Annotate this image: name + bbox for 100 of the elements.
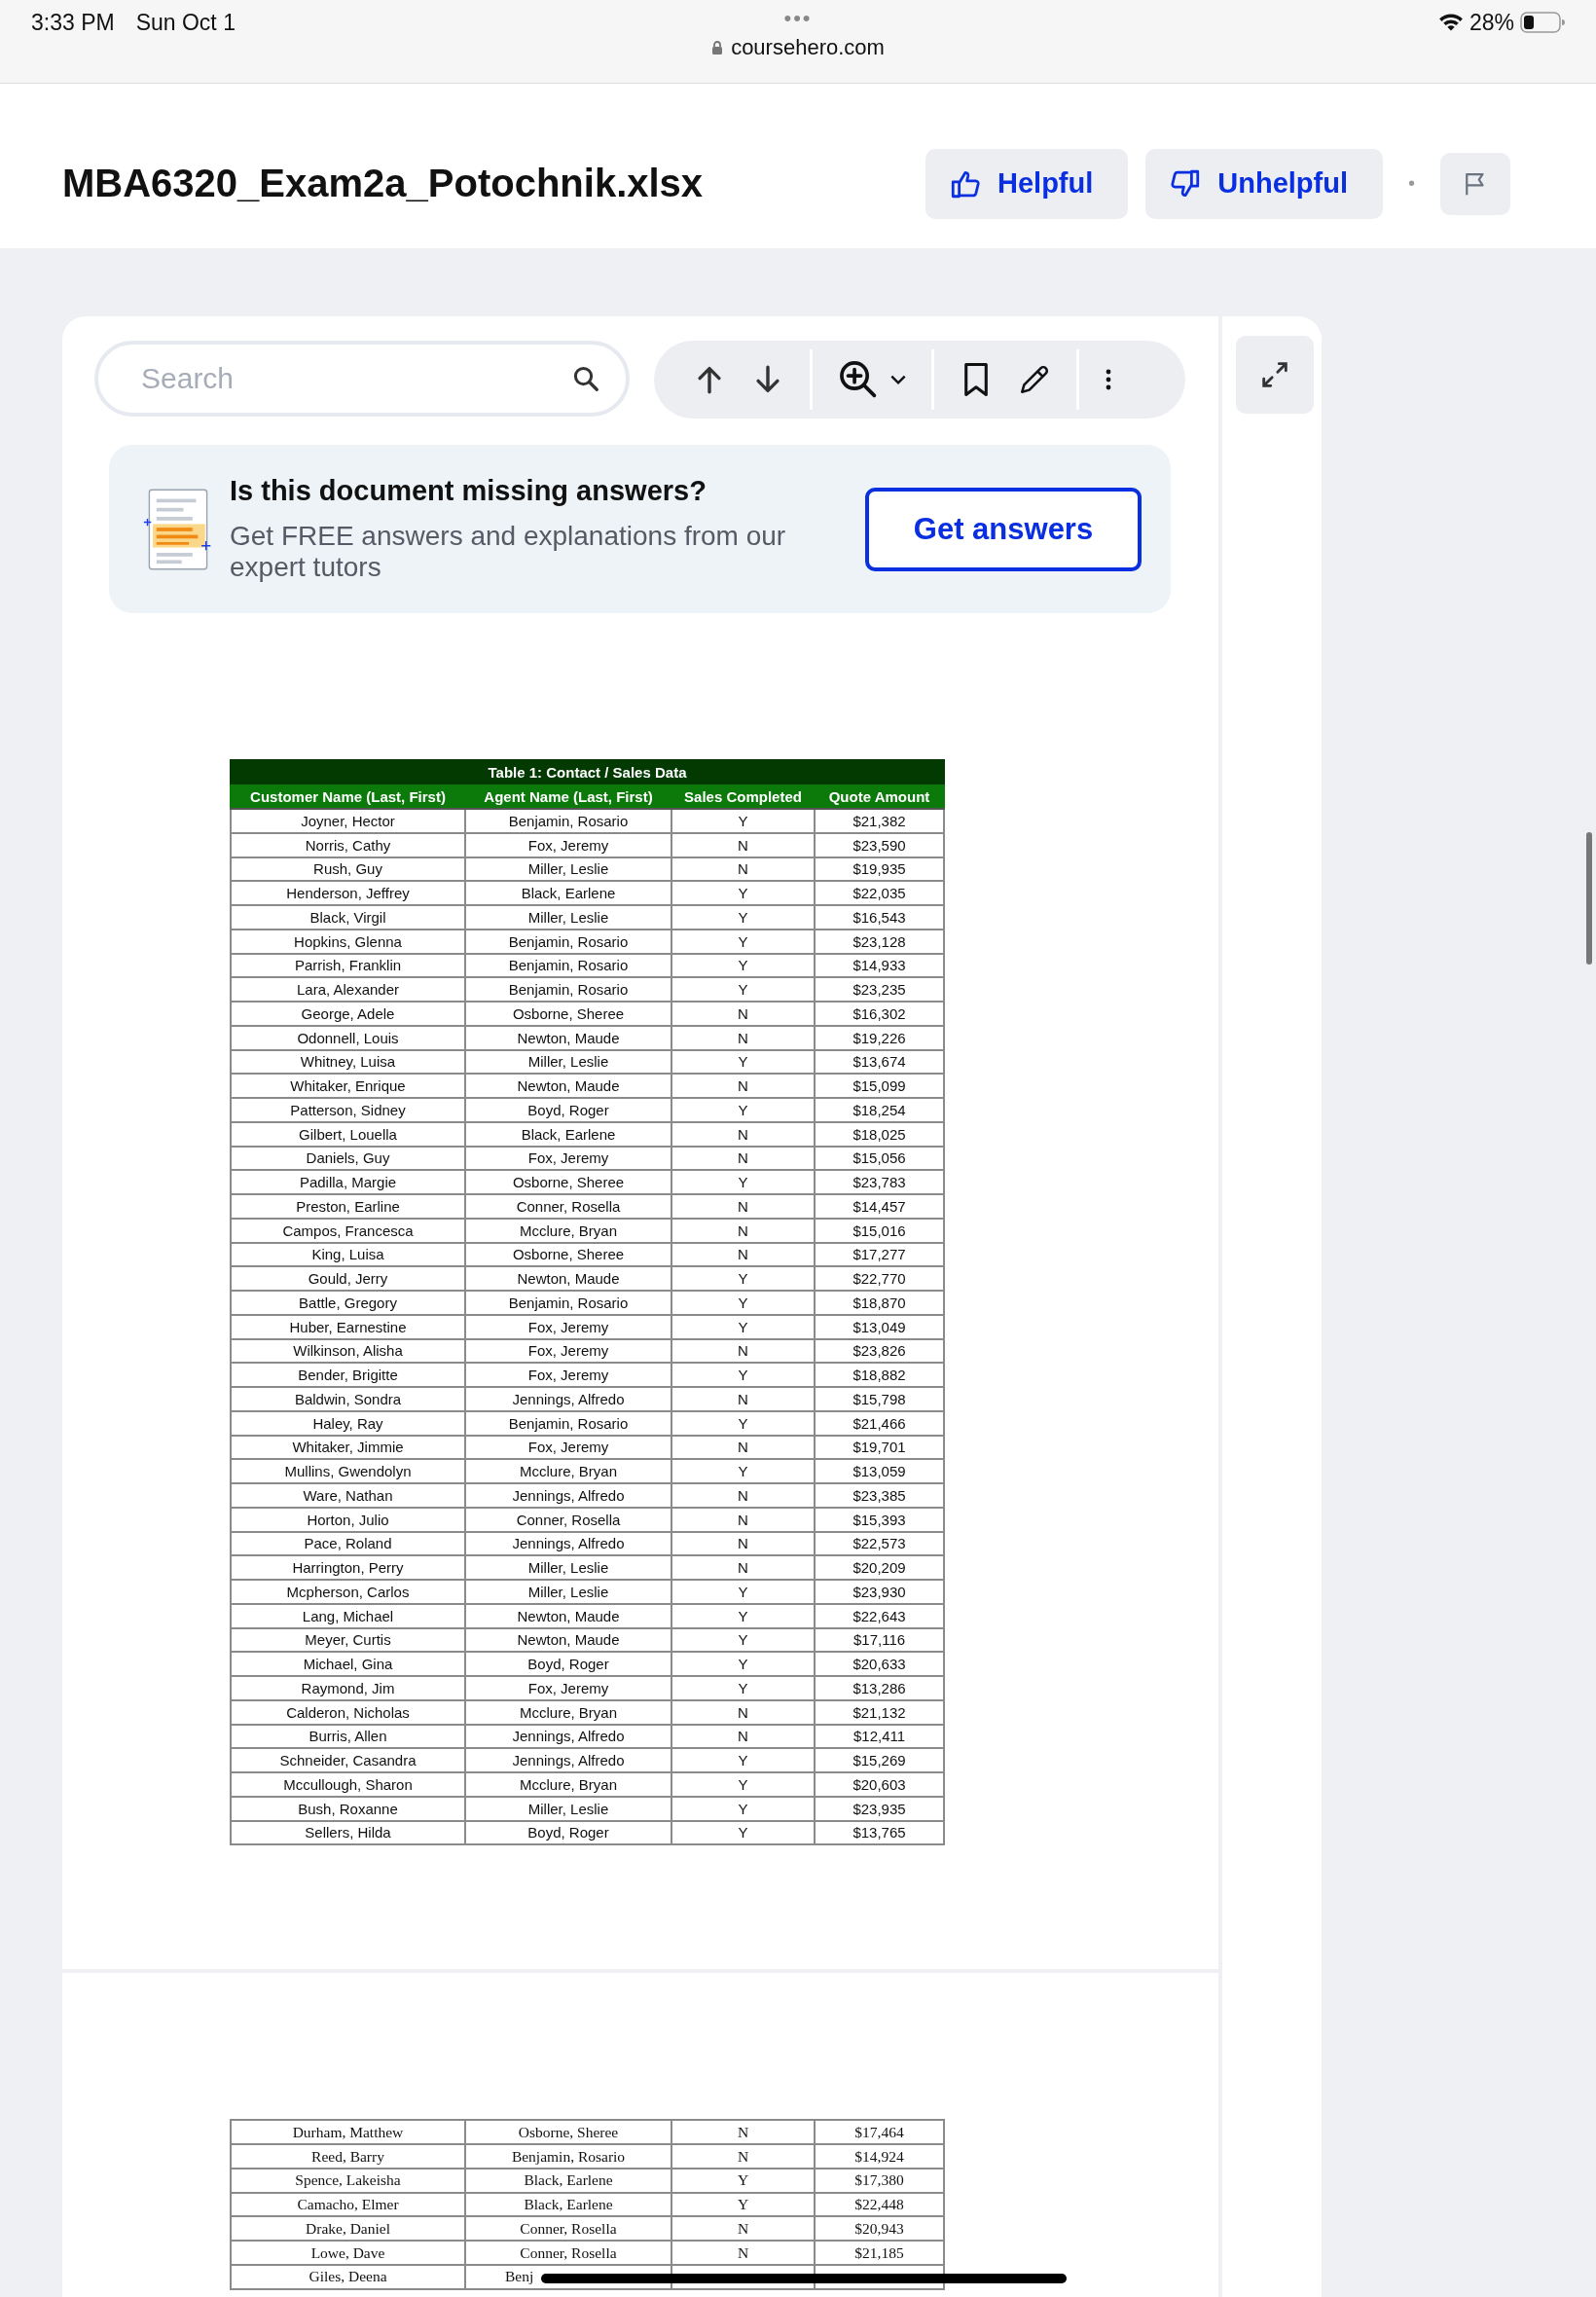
table-cell: Padilla, Margie <box>299 1174 397 1191</box>
table-cell: $13,674 <box>852 1053 906 1071</box>
document-title: MBA6320_Exam2a_Potochnik.xlsx <box>62 162 704 205</box>
table-cell: Boyd, Roger <box>527 1101 609 1118</box>
scrollbar[interactable] <box>1586 832 1592 965</box>
column-header: Customer Name (Last, First) <box>231 784 465 809</box>
table-cell: Fox, Jeremy <box>527 1149 609 1167</box>
table-cell: $22,448 <box>854 2196 904 2213</box>
table-cell: Haley, Ray <box>312 1414 383 1432</box>
table-cell: Osborne, Sheree <box>512 1174 625 1191</box>
table-cell: Baldwin, Sondra <box>294 1390 402 1407</box>
table-cell: Jennings, Alfredo <box>512 1728 625 1745</box>
table-cell: N <box>738 836 748 854</box>
table-cell: Mcclure, Bryan <box>520 1463 617 1480</box>
table-cell: Horton, Julio <box>307 1511 389 1528</box>
table-cell: $17,464 <box>854 2123 904 2140</box>
table-cell: Mcpherson, Carlos <box>286 1583 410 1600</box>
table-cell: N <box>738 1703 748 1721</box>
table-cell: N <box>738 1029 748 1046</box>
table-cell: Raymond, Jim <box>301 1679 395 1696</box>
table-cell: Ware, Nathan <box>303 1486 393 1504</box>
table-cell: Fox, Jeremy <box>527 1342 609 1360</box>
table-cell: Benjamin, Rosario <box>508 957 629 974</box>
table-cell: Bender, Brigitte <box>298 1367 398 1384</box>
table-cell: Norris, Cathy <box>305 836 391 854</box>
table-cell: Lang, Michael <box>302 1607 394 1624</box>
table-cell: Fox, Jeremy <box>527 1367 609 1384</box>
table-cell: Conner, Rosella <box>516 1197 621 1215</box>
table-cell: Gould, Jerry <box>308 1270 388 1288</box>
table-cell: N <box>738 1197 748 1215</box>
table-cell: Preston, Earline <box>296 1197 400 1215</box>
table-cell: $15,798 <box>852 1390 906 1407</box>
table-cell: Y <box>738 1752 748 1769</box>
table-cell: N <box>738 1486 748 1504</box>
table-cell: Schneider, Casandra <box>279 1752 417 1769</box>
table-cell: Newton, Maude <box>517 1631 620 1649</box>
table-cell: $23,783 <box>852 1174 906 1191</box>
zoom-in-icon[interactable] <box>838 359 879 400</box>
table-cell: N <box>738 1125 748 1143</box>
table-cell: Mccullough, Sharon <box>283 1775 413 1793</box>
search-field[interactable]: Search <box>94 341 630 417</box>
table-cell: $21,382 <box>852 812 906 829</box>
table-cell: $23,935 <box>852 1800 906 1817</box>
search-icon[interactable] <box>571 364 600 393</box>
table-cell: $21,132 <box>852 1703 906 1721</box>
lock-icon <box>711 40 724 55</box>
table-cell: Durham, Matthew <box>292 2123 404 2140</box>
table-cell: Boyd, Roger <box>527 1824 609 1841</box>
table-cell: Osborne, Sheree <box>518 2123 619 2140</box>
table-cell: Miller, Leslie <box>527 1053 609 1071</box>
table-cell: N <box>738 860 748 878</box>
table-cell: $19,226 <box>852 1029 906 1046</box>
table-cell: $19,935 <box>852 860 906 878</box>
table-cell: $13,049 <box>852 1318 906 1335</box>
table-cell: Mcclure, Bryan <box>520 1221 617 1239</box>
table-cell: N <box>738 1390 748 1407</box>
table-cell: Miller, Leslie <box>527 1583 609 1600</box>
table-cell: N <box>738 1728 748 1745</box>
table-cell: Burris, Allen <box>308 1728 387 1745</box>
table-cell: Fox, Jeremy <box>527 836 609 854</box>
chevron-down-icon[interactable] <box>890 374 906 385</box>
table-cell: $20,603 <box>852 1775 906 1793</box>
table-cell: N <box>738 1559 748 1577</box>
table-cell: Whitaker, Jimmie <box>292 1439 404 1456</box>
table-cell: Huber, Earnestine <box>289 1318 407 1335</box>
unhelpful-button[interactable]: Unhelpful <box>1145 148 1383 219</box>
get-answers-button[interactable]: Get answers <box>865 487 1142 571</box>
table-cell: Patterson, Sidney <box>290 1101 406 1118</box>
table-cell: Y <box>738 812 748 829</box>
table-cell: Conner, Rosella <box>520 2243 617 2261</box>
table-cell: King, Luisa <box>311 1246 384 1263</box>
table-cell: Whitney, Luisa <box>300 1053 396 1071</box>
table-cell: Y <box>738 1053 748 1071</box>
table-cell: Y <box>738 1607 748 1624</box>
table-cell: Y <box>738 1367 748 1384</box>
table-cell: Lara, Alexander <box>296 981 400 999</box>
table-cell: N <box>737 2123 749 2140</box>
table-cell: $13,059 <box>852 1463 906 1480</box>
table-cell: $21,185 <box>854 2243 904 2261</box>
battery-percent: 28% <box>1469 10 1514 36</box>
table-cell: Jennings, Alfredo <box>512 1486 625 1504</box>
helpful-button[interactable]: Helpful <box>925 148 1129 219</box>
table-cell: Y <box>738 1656 748 1673</box>
report-button[interactable] <box>1440 152 1510 215</box>
table-cell: $22,035 <box>852 885 906 902</box>
table-cell: George, Adele <box>301 1004 395 1022</box>
table-cell: Wilkinson, Alisha <box>293 1342 403 1360</box>
table-cell: Black, Virgil <box>309 908 386 926</box>
table-cell: Y <box>738 1800 748 1817</box>
table-cell: $23,590 <box>852 836 906 854</box>
table-cell: Y <box>738 1824 748 1841</box>
more-options-icon[interactable] <box>1105 367 1112 392</box>
address-url[interactable]: coursehero.com <box>731 35 885 60</box>
table-cell: Black, Earlene <box>524 2171 613 2189</box>
table-cell: Bush, Roxanne <box>298 1800 398 1817</box>
table-cell: Osborne, Sheree <box>512 1246 625 1263</box>
table-cell: Pace, Roland <box>304 1535 392 1552</box>
table-cell: $17,380 <box>854 2171 904 2189</box>
fullscreen-button[interactable] <box>1236 336 1314 414</box>
column-header: Agent Name (Last, First) <box>465 784 671 809</box>
